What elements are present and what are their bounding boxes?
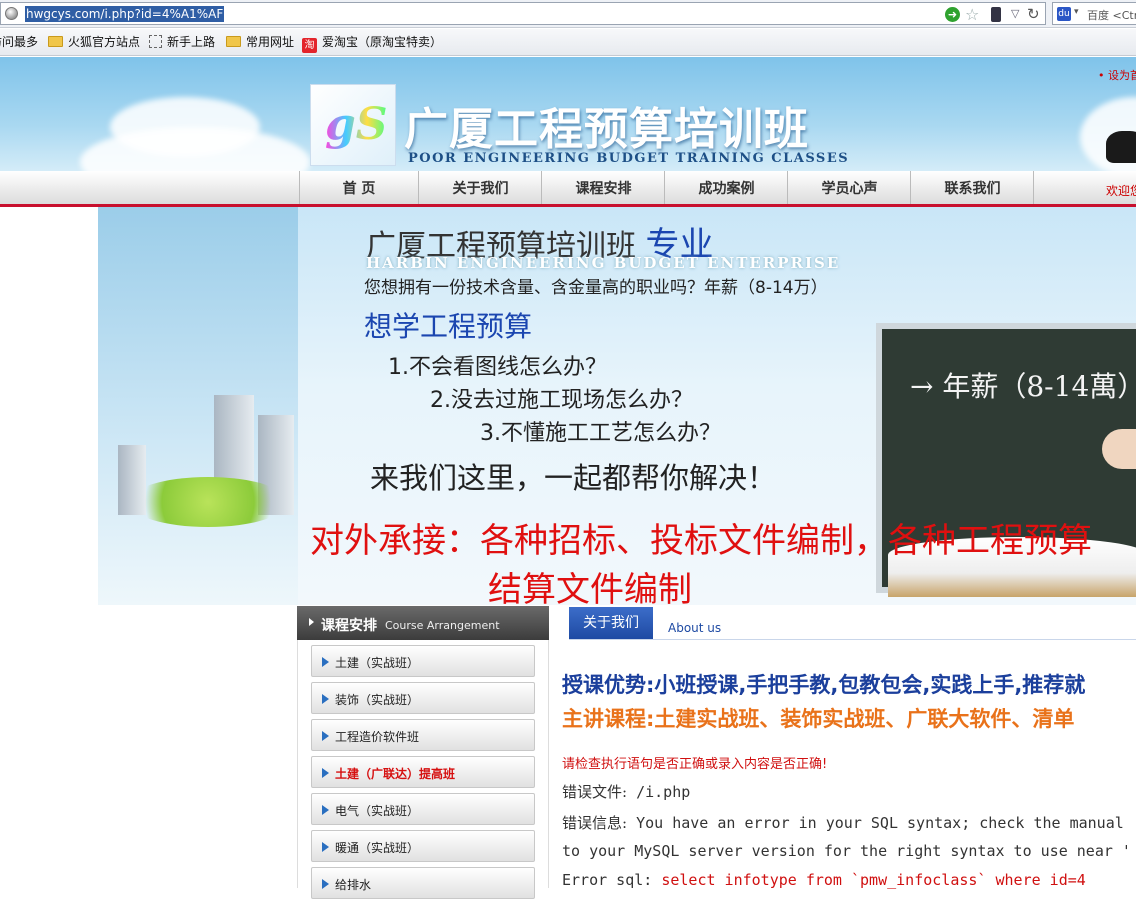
- nav-contact[interactable]: 联系我们: [912, 171, 1034, 204]
- error-info-line-2: to your MySQL server version for the rig…: [562, 842, 1131, 860]
- error-file-value: /i.php: [636, 783, 691, 801]
- globe-icon: [5, 7, 18, 20]
- error-file-label: 错误文件:: [562, 783, 628, 801]
- nav-cases[interactable]: 成功案例: [666, 171, 788, 204]
- sidebar-title: 课程安排: [321, 618, 377, 634]
- bookmark-common-sites[interactable]: 常用网址: [226, 34, 294, 51]
- main-nav: 首 页 关于我们 课程安排 成功案例 学员心声 联系我们 欢迎您: [0, 171, 1136, 207]
- sidebar-item-glodon-advanced[interactable]: 土建（广联达）提高班: [311, 756, 535, 788]
- sidebar-title-en: Course Arrangement: [385, 619, 500, 632]
- banner-english: HARBIN ENGINEERING BUDGET ENTERPRISE: [366, 254, 841, 272]
- sidebar-item-label: 暖通（实战班）: [335, 841, 420, 855]
- error-sql-line: Error sql: select infotype from `pmw_inf…: [562, 871, 1086, 889]
- course-sidebar-header: 课程安排 Course Arrangement: [297, 606, 549, 640]
- error-info-line: 错误信息: You have an error in your SQL synt…: [562, 812, 1124, 833]
- nav-courses[interactable]: 课程安排: [543, 171, 665, 204]
- error-sql-value: select infotype from `pmw_infoclass` whe…: [661, 871, 1086, 889]
- sidebar-item-plumbing[interactable]: 给排水: [311, 867, 535, 899]
- folder-icon: [226, 36, 241, 47]
- banner-question-3: 3.不懂施工工艺怎么办？: [480, 421, 721, 446]
- logo-gs-icon: gS: [325, 99, 388, 150]
- tab-about-en: About us: [668, 621, 722, 635]
- sidebar-item-hvac[interactable]: 暖通（实战班）: [311, 830, 535, 862]
- sidebar-item-software[interactable]: 工程造价软件班: [311, 719, 535, 751]
- bookmark-label: 爱淘宝（原淘宝特卖）: [322, 35, 443, 49]
- teaching-advantage: 授课优势:小班授课,手把手教,包教包会,实践上手,推荐就: [562, 673, 1086, 697]
- error-check-message: 请检查执行语句是否正确或录入内容是否正确!: [562, 757, 828, 772]
- sidebar-item-label: 工程造价软件班: [335, 730, 420, 744]
- sidebar-item-label: 给排水: [335, 878, 372, 892]
- bookmark-label: 新手上路: [167, 35, 216, 49]
- set-home-link[interactable]: • 设为首页: [1098, 67, 1136, 83]
- folder-icon: [48, 36, 63, 47]
- hand-decoration: [1102, 429, 1136, 469]
- nav-home[interactable]: 首 页: [299, 171, 419, 204]
- triangle-right-icon: [322, 694, 329, 704]
- go-arrow-icon[interactable]: ➜: [945, 7, 960, 22]
- banner-question-1: 1.不会看图线怎么办？: [388, 355, 607, 380]
- bookmark-most-visited[interactable]: 访问最多: [0, 34, 38, 51]
- triangle-right-icon: [322, 657, 329, 667]
- welcome-text: 欢迎您: [1106, 184, 1136, 198]
- bookmark-getting-started[interactable]: 新手上路: [149, 34, 215, 51]
- banner-salary-line: 您想拥有一份技术含量、含金量高的职业吗？年薪（8-14万）: [364, 278, 828, 298]
- taobao-icon: 淘: [302, 38, 317, 53]
- mobile-icon[interactable]: [991, 7, 1001, 22]
- sidebar-item-label: 土建（实战班）: [335, 656, 420, 670]
- sidebar-item-label: 电气（实战班）: [335, 804, 420, 818]
- triangle-right-icon: [322, 768, 329, 778]
- refresh-icon[interactable]: ↻: [1027, 5, 1040, 23]
- triangle-right-icon: [322, 842, 329, 852]
- tab-divider: [569, 639, 1136, 640]
- bookmark-label: 火狐官方站点: [68, 35, 141, 49]
- sidebar-item-label: 土建（广联达）提高班: [335, 767, 456, 781]
- hero-banner: 广厦工程预算培训班 专业 HARBIN ENGINEERING BUDGET E…: [98, 207, 1136, 605]
- error-file-line: 错误文件: /i.php: [562, 781, 690, 802]
- banner-service-line-1: 对外承接：各种招标、投标文件编制，各种工程预算: [310, 521, 1092, 561]
- bookmark-star-icon[interactable]: ☆: [965, 5, 979, 24]
- sidebar-item-label: 装饰（实战班）: [335, 693, 420, 707]
- baidu-icon[interactable]: du: [1057, 7, 1071, 21]
- address-bar[interactable]: hwgcys.com/i.php?id=4%A1%AF ➜ ☆ ▽ ↻: [0, 2, 1046, 25]
- search-engine-dropdown-icon[interactable]: ▾: [1074, 7, 1079, 17]
- banner-service-line-2: 结算文件编制: [488, 570, 692, 605]
- triangle-right-icon: [322, 731, 329, 741]
- site-header: gS 广厦工程预算培训班 POOR ENGINEERING BUDGET TRA…: [0, 57, 1136, 171]
- tab-about[interactable]: 关于我们: [569, 607, 653, 639]
- main-courses: 主讲课程:土建实战班、装饰实战班、广联大软件、清单: [562, 707, 1075, 731]
- banner-solve-line: 来我们这里，一起都帮你解决！: [370, 461, 777, 495]
- chevron-down-icon[interactable]: ▽: [1011, 7, 1019, 20]
- sidebar-item-electrical[interactable]: 电气（实战班）: [311, 793, 535, 825]
- site-subtitle: POOR ENGINEERING BUDGET TRAINING CLASSES: [408, 151, 850, 166]
- site-logo[interactable]: gS: [310, 84, 396, 166]
- error-sql-label: Error sql:: [562, 871, 653, 889]
- greenery-decoration: [128, 477, 288, 527]
- bookmark-label: 常用网址: [246, 35, 295, 49]
- nav-about[interactable]: 关于我们: [420, 171, 542, 204]
- banner-question-2: 2.没去过施工现场怎么办？: [430, 388, 693, 413]
- error-info-label: 错误信息:: [562, 814, 628, 832]
- nav-testimonials[interactable]: 学员心声: [789, 171, 911, 204]
- course-list: 土建（实战班） 装饰（实战班） 工程造价软件班 土建（广联达）提高班 电气（实战…: [297, 640, 549, 899]
- search-box[interactable]: du ▾ 百度 <Ctrl+K>: [1052, 2, 1136, 25]
- sidebar-item-decoration[interactable]: 装饰（实战班）: [311, 682, 535, 714]
- search-input[interactable]: 百度 <Ctrl+K>: [1087, 7, 1136, 23]
- sidebar-item-civil[interactable]: 土建（实战班）: [311, 645, 535, 677]
- site-title: 广厦工程预算培训班: [404, 104, 809, 155]
- banner-subheading: 想学工程预算: [364, 310, 533, 343]
- bookmark-firefox[interactable]: 火狐官方站点: [48, 34, 140, 51]
- bookmark-aitaobao[interactable]: 淘爱淘宝（原淘宝特卖）: [302, 34, 443, 53]
- triangle-right-icon: [309, 618, 314, 626]
- bookmarks-toolbar: 访问最多 火狐官方站点 新手上路 常用网址 淘爱淘宝（原淘宝特卖）: [0, 29, 1136, 56]
- telephone-icon: [1106, 131, 1136, 163]
- city-skyline-image: [98, 207, 298, 605]
- page-icon: [149, 35, 162, 48]
- address-text[interactable]: hwgcys.com/i.php?id=4%A1%AF: [25, 6, 225, 22]
- chalkboard-text: → 年薪（8-14萬）: [910, 370, 1136, 403]
- bookmark-label: 访问最多: [0, 35, 39, 49]
- triangle-right-icon: [322, 805, 329, 815]
- browser-toolbar: hwgcys.com/i.php?id=4%A1%AF ➜ ☆ ▽ ↻ du ▾…: [0, 0, 1136, 28]
- error-info-value: You have an error in your SQL syntax; ch…: [636, 814, 1124, 832]
